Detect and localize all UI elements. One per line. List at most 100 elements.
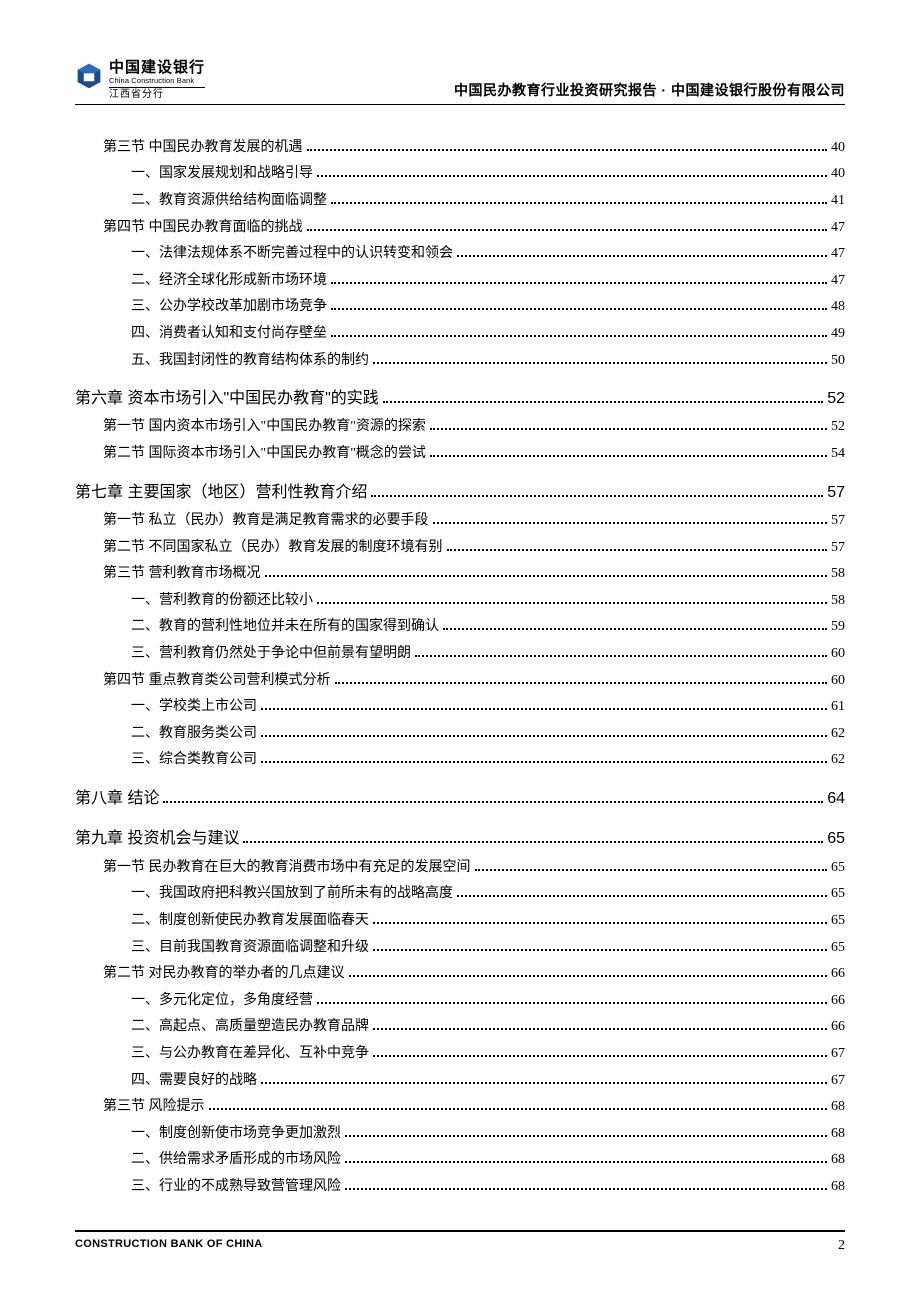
toc-leader-dots <box>243 841 823 843</box>
toc-title: 第八章 结论 <box>75 784 159 814</box>
toc-page: 40 <box>831 135 845 162</box>
toc-page: 68 <box>831 1174 845 1201</box>
toc-title: 三、目前我国教育资源面临调整和升级 <box>131 935 369 962</box>
toc-page: 65 <box>831 855 845 882</box>
toc-page: 62 <box>831 721 845 748</box>
toc-title: 三、公办学校改革加剧市场竞争 <box>131 294 327 321</box>
toc-leader-dots <box>317 602 827 604</box>
toc-title: 第四节 重点教育类公司营利模式分析 <box>103 668 331 695</box>
toc-leader-dots <box>345 1161 827 1163</box>
toc-leader-dots <box>345 1135 827 1137</box>
toc-page: 57 <box>831 508 845 535</box>
toc-leader-dots <box>349 975 828 977</box>
toc-entry: 第九章 投资机会与建议 65 <box>75 824 845 854</box>
toc-entry: 第四节 重点教育类公司营利模式分析60 <box>103 668 845 695</box>
ccb-logo-icon <box>75 62 103 90</box>
logo-branch: 江西省分行 <box>109 87 205 100</box>
toc-leader-dots <box>373 1028 827 1030</box>
toc-title: 二、供给需求矛盾形成的市场风险 <box>131 1147 341 1174</box>
toc-leader-dots <box>331 308 827 310</box>
toc-page: 59 <box>831 614 845 641</box>
toc-entry: 一、国家发展规划和战略引导40 <box>131 161 845 188</box>
toc-title: 三、营利教育仍然处于争论中但前景有望明朗 <box>131 641 411 668</box>
toc-leader-dots <box>443 628 827 630</box>
toc-title: 一、学校类上市公司 <box>131 694 257 721</box>
header-title: 中国民办教育行业投资研究报告 · 中国建设银行股份有限公司 <box>454 80 845 100</box>
toc-entry: 三、目前我国教育资源面临调整和升级65 <box>131 935 845 962</box>
toc-entry: 四、需要良好的战略67 <box>131 1068 845 1095</box>
toc-entry: 三、综合类教育公司62 <box>131 747 845 774</box>
toc-leader-dots <box>383 401 823 403</box>
toc-page: 65 <box>827 824 845 854</box>
toc-leader-dots <box>475 869 828 871</box>
toc-page: 52 <box>831 414 845 441</box>
toc-leader-dots <box>265 575 828 577</box>
toc-entry: 一、多元化定位，多角度经营66 <box>131 988 845 1015</box>
toc-title: 一、我国政府把科教兴国放到了前所未有的战略高度 <box>131 881 453 908</box>
toc-entry: 第一节 国内资本市场引入"中国民办教育"资源的探索52 <box>103 414 845 441</box>
toc-entry: 一、学校类上市公司61 <box>131 694 845 721</box>
toc-leader-dots <box>331 335 827 337</box>
toc-page: 47 <box>831 268 845 295</box>
toc-page: 66 <box>831 961 845 988</box>
toc-page: 68 <box>831 1094 845 1121</box>
toc-title: 第三节 营利教育市场概况 <box>103 561 261 588</box>
toc-page: 65 <box>831 908 845 935</box>
footer-bank-name: CONSTRUCTION BANK OF CHINA <box>75 1238 262 1254</box>
toc-title: 第三节 风险提示 <box>103 1094 205 1121</box>
toc-title: 第七章 主要国家（地区）营利性教育介绍 <box>75 478 367 508</box>
toc-page: 64 <box>827 784 845 814</box>
toc-leader-dots <box>163 801 823 803</box>
toc-leader-dots <box>447 549 828 551</box>
toc-page: 66 <box>831 988 845 1015</box>
toc-leader-dots <box>331 202 827 204</box>
toc-entry: 一、我国政府把科教兴国放到了前所未有的战略高度65 <box>131 881 845 908</box>
toc-title: 第二节 不同国家私立（民办）教育发展的制度环境有别 <box>103 535 443 562</box>
toc-leader-dots <box>415 655 827 657</box>
toc-title: 二、经济全球化形成新市场环境 <box>131 268 327 295</box>
toc-leader-dots <box>373 949 827 951</box>
toc-page: 54 <box>831 441 845 468</box>
toc-entry: 二、经济全球化形成新市场环境 47 <box>131 268 845 295</box>
toc-entry: 第一节 民办教育在巨大的教育消费市场中有充足的发展空间 65 <box>103 855 845 882</box>
toc-title: 四、消费者认知和支付尚存壁垒 <box>131 321 327 348</box>
toc-leader-dots <box>433 522 828 524</box>
toc-page: 41 <box>831 188 845 215</box>
toc-title: 第九章 投资机会与建议 <box>75 824 239 854</box>
toc-page: 66 <box>831 1014 845 1041</box>
toc-title: 五、我国封闭性的教育结构体系的制约 <box>131 348 369 375</box>
toc-title: 二、教育的营利性地位并未在所有的国家得到确认 <box>131 614 439 641</box>
toc-entry: 一、法律法规体系不断完善过程中的认识转变和领会47 <box>131 241 845 268</box>
toc-title: 一、制度创新使市场竞争更加激烈 <box>131 1121 341 1148</box>
logo-en-name: China Construction Bank <box>109 77 205 85</box>
toc-entry: 第三节 风险提示 68 <box>103 1094 845 1121</box>
toc-entry: 三、公办学校改革加剧市场竞争48 <box>131 294 845 321</box>
toc-entry: 三、与公办教育在差异化、互补中竞争67 <box>131 1041 845 1068</box>
toc-page: 67 <box>831 1068 845 1095</box>
toc-leader-dots <box>373 1055 827 1057</box>
toc-entry: 五、我国封闭性的教育结构体系的制约 50 <box>131 348 845 375</box>
toc-entry: 第一节 私立（民办）教育是满足教育需求的必要手段57 <box>103 508 845 535</box>
toc-entry: 二、高起点、高质量塑造民办教育品牌66 <box>131 1014 845 1041</box>
toc-title: 第一节 民办教育在巨大的教育消费市场中有充足的发展空间 <box>103 855 471 882</box>
toc-title: 一、营利教育的份额还比较小 <box>131 588 313 615</box>
toc-leader-dots <box>317 1002 827 1004</box>
toc-entry: 第四节 中国民办教育面临的挑战47 <box>103 215 845 242</box>
toc-title: 二、教育服务类公司 <box>131 721 257 748</box>
toc-entry: 二、教育资源供给结构面临调整41 <box>131 188 845 215</box>
toc-page: 50 <box>831 348 845 375</box>
toc-page: 58 <box>831 588 845 615</box>
toc-entry: 二、教育服务类公司 62 <box>131 721 845 748</box>
toc-leader-dots <box>335 682 828 684</box>
toc-page: 40 <box>831 161 845 188</box>
page-header: 中国建设银行 China Construction Bank 江西省分行 中国民… <box>75 60 845 105</box>
toc-entry: 第三节 中国民办教育发展的机遇40 <box>103 135 845 162</box>
page-number: 2 <box>838 1238 845 1254</box>
toc-leader-dots <box>430 428 827 430</box>
toc-leader-dots <box>457 255 827 257</box>
toc-page: 49 <box>831 321 845 348</box>
toc-title: 第六章 资本市场引入"中国民办教育"的实践 <box>75 384 379 414</box>
toc-entry: 二、教育的营利性地位并未在所有的国家得到确认 59 <box>131 614 845 641</box>
toc-entry: 第八章 结论 64 <box>75 784 845 814</box>
toc-entry: 三、行业的不成熟导致营管理风险68 <box>131 1174 845 1201</box>
